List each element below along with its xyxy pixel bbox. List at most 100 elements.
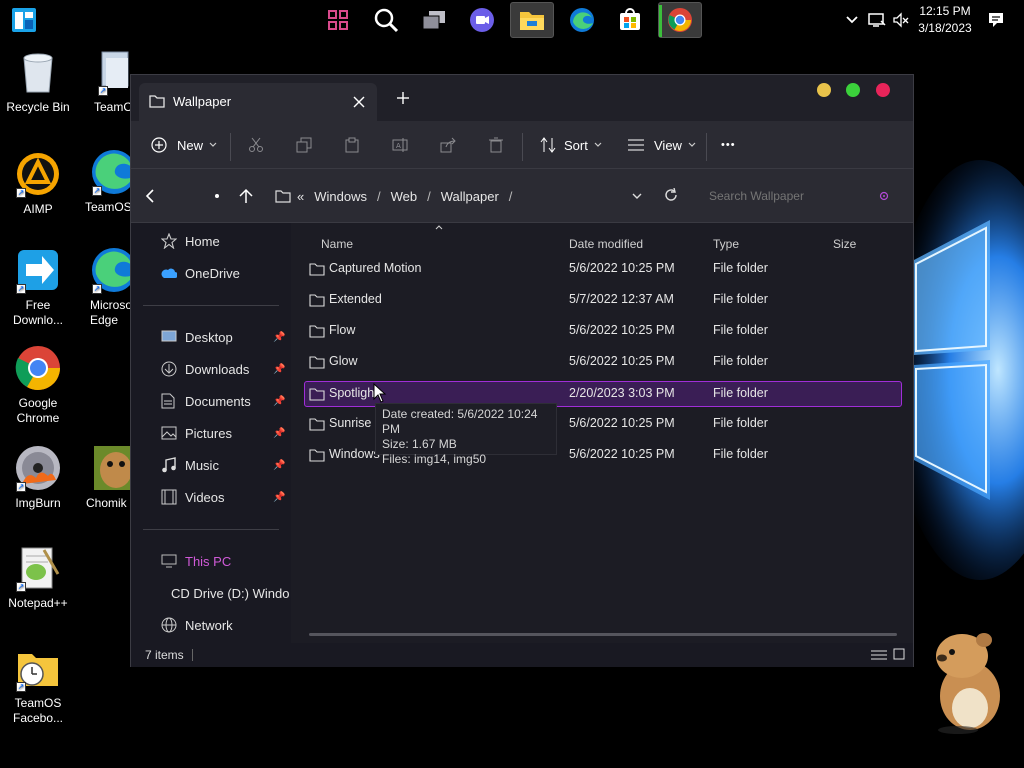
nav-item-this-pc[interactable]: This PC <box>161 551 231 571</box>
nav-label: Home <box>185 233 220 249</box>
file-row-extended[interactable]: Extended 5/7/2022 12:37 AM File folder <box>305 288 901 312</box>
file-date: 5/6/2022 10:25 PM <box>569 323 675 337</box>
column-header-date-modified[interactable]: Date modified <box>569 237 643 251</box>
breadcrumb-wallpaper[interactable]: Wallpaper <box>441 189 499 204</box>
network-tray-icon[interactable] <box>866 0 888 40</box>
nav-item-downloads[interactable]: Downloads 📌 <box>161 359 285 379</box>
widgets-icon[interactable] <box>316 2 360 38</box>
file-date: 5/6/2022 10:25 PM <box>569 261 675 275</box>
copy-button[interactable] <box>296 133 312 157</box>
address-history-chevron-icon[interactable] <box>632 193 642 200</box>
command-bar: New A Sort View ••• <box>131 121 913 169</box>
plus-circle-icon <box>151 137 167 153</box>
system-clock[interactable]: 12:15 PM 3/18/2023 <box>912 3 978 37</box>
close-tab-icon[interactable] <box>353 96 365 108</box>
edge-icon[interactable] <box>560 2 604 38</box>
file-name: Extended <box>329 292 382 306</box>
desktop-icon-google-chrome[interactable]: Google Chrome <box>0 344 76 426</box>
share-button[interactable] <box>440 133 456 157</box>
tiles-view-icon[interactable] <box>893 648 905 660</box>
nav-item-videos[interactable]: Videos 📌 <box>161 487 285 507</box>
nav-item-pictures[interactable]: Pictures 📌 <box>161 423 285 443</box>
file-type: File folder <box>713 292 768 306</box>
desktop-icon-free-download[interactable]: ↗ Free Downlo... <box>0 246 76 328</box>
desktop-icon-notepad-plus-plus[interactable]: ↗ Notepad++ <box>0 544 76 611</box>
folder-icon <box>275 190 291 203</box>
new-tab-plus-icon[interactable] <box>397 92 409 104</box>
chat-icon[interactable] <box>460 2 504 38</box>
breadcrumb-web[interactable]: Web <box>391 189 418 204</box>
forward-dot-icon[interactable] <box>215 194 219 198</box>
details-view-icon[interactable] <box>871 649 887 661</box>
breadcrumb-windows[interactable]: Windows <box>314 189 367 204</box>
folder-info-tooltip: Date created: 5/6/2022 10:24 PM Size: 1.… <box>375 403 557 466</box>
pin-icon[interactable]: 📌 <box>273 428 285 439</box>
maximize-button[interactable] <box>846 83 860 97</box>
desktop-icon-microsoft-edge[interactable]: ↗ Microso Edge <box>76 246 136 328</box>
nav-label: OneDrive <box>185 265 240 281</box>
pin-icon[interactable]: 📌 <box>273 332 285 343</box>
back-arrow-icon[interactable] <box>145 189 155 203</box>
pin-icon[interactable]: 📌 <box>273 364 285 375</box>
volume-muted-icon[interactable] <box>890 0 912 40</box>
new-button[interactable]: New <box>151 133 217 157</box>
paste-button[interactable] <box>344 133 360 157</box>
file-explorer-icon[interactable] <box>510 2 554 38</box>
task-view-icon[interactable] <box>412 2 456 38</box>
tray-overflow-chevron-icon[interactable] <box>842 0 862 40</box>
nav-item-network[interactable]: Network <box>161 615 233 635</box>
file-row-captured-motion[interactable]: Captured Motion 5/6/2022 10:25 PM File f… <box>305 257 901 281</box>
search-input[interactable] <box>697 185 867 207</box>
search-box[interactable] <box>697 181 897 211</box>
address-bar[interactable]: « Windows / Web / Wallpaper / <box>275 181 711 211</box>
column-header-name[interactable]: Name <box>321 237 353 251</box>
horizontal-scrollbar[interactable] <box>309 633 897 636</box>
this-pc-monitor-icon <box>161 554 177 568</box>
desktop-icon-teamos-edge[interactable]: ↗ TeamOS <box>76 148 136 215</box>
pin-icon[interactable]: 📌 <box>273 492 285 503</box>
delete-button[interactable] <box>488 133 504 157</box>
nav-item-cd-drive[interactable]: CD Drive (D:) Windo <box>161 583 289 603</box>
file-type: File folder <box>713 354 768 368</box>
chevron-down-icon <box>594 142 602 147</box>
desktop-icon-imgburn[interactable]: ↗ ImgBurn <box>0 444 76 511</box>
nav-item-onedrive[interactable]: OneDrive <box>161 263 240 283</box>
desktop-icon-aimp[interactable]: ↗ AIMP <box>0 150 76 217</box>
nav-item-home[interactable]: Home <box>161 231 220 251</box>
folder-icon <box>309 449 325 462</box>
column-header-type[interactable]: Type <box>713 237 739 251</box>
desktop-icon-teamos-facebook[interactable]: ↗ TeamOS Facebo... <box>0 644 76 726</box>
desktop-icon-teamos[interactable]: ↗ TeamO <box>76 48 136 115</box>
cut-button[interactable] <box>248 133 264 157</box>
column-header-size[interactable]: Size <box>833 237 856 251</box>
search-icon[interactable] <box>364 2 408 38</box>
up-arrow-icon[interactable] <box>239 188 253 204</box>
file-row-flow[interactable]: Flow 5/6/2022 10:25 PM File folder <box>305 319 901 343</box>
desktop-icon-label: TeamOS Facebo... <box>12 696 64 725</box>
imgburn-disc-icon: ↗ <box>14 444 62 492</box>
nav-item-music[interactable]: Music 📌 <box>161 455 285 475</box>
refresh-icon[interactable] <box>664 188 678 202</box>
pin-icon[interactable]: 📌 <box>273 396 285 407</box>
windows-start-icon[interactable] <box>2 2 46 38</box>
nav-item-desktop[interactable]: Desktop 📌 <box>161 327 285 347</box>
close-button[interactable] <box>876 83 890 97</box>
desktop-icon-recycle-bin[interactable]: Recycle Bin <box>0 48 76 115</box>
store-icon[interactable] <box>608 2 652 38</box>
desktop-icon-label: TeamO <box>94 100 133 114</box>
notification-center-icon[interactable] <box>984 0 1008 40</box>
breadcrumb-overflow[interactable]: « <box>297 189 304 204</box>
pin-icon[interactable]: 📌 <box>273 460 285 471</box>
tab-wallpaper[interactable]: Wallpaper <box>139 83 377 121</box>
rename-button[interactable]: A <box>392 133 408 157</box>
desktop-icon-chomik[interactable]: Chomik <box>86 444 136 511</box>
nav-item-documents[interactable]: Documents 📌 <box>161 391 285 411</box>
more-options-button[interactable]: ••• <box>721 133 736 157</box>
minimize-button[interactable] <box>817 83 831 97</box>
tooltip-files: Files: img14, img50 <box>382 452 487 466</box>
chrome-icon[interactable] <box>658 2 702 38</box>
sort-button[interactable]: Sort <box>540 133 602 157</box>
file-row-glow[interactable]: Glow 5/6/2022 10:25 PM File folder <box>305 350 901 374</box>
file-name: Captured Motion <box>329 261 422 275</box>
view-button[interactable]: View <box>628 133 696 157</box>
